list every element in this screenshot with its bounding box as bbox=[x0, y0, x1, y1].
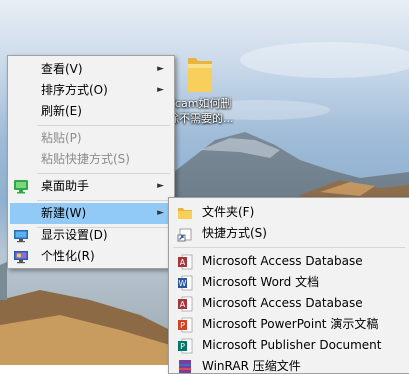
menu-item-label: 新建(W) bbox=[41, 206, 87, 220]
submenu-item-label: 文件夹(F) bbox=[202, 205, 255, 219]
svg-text:A: A bbox=[180, 300, 186, 309]
menu-item-label: 桌面助手 bbox=[41, 179, 90, 193]
publisher-icon: P bbox=[178, 338, 193, 354]
caption-line-2: 除不需要的... bbox=[168, 112, 234, 125]
desktop-assistant-icon bbox=[14, 180, 28, 194]
caption-line-1: ifcam如何删 bbox=[168, 97, 232, 110]
menu-item-label: 刷新(E) bbox=[41, 104, 82, 118]
menu-item-label: 粘贴快捷方式(S) bbox=[41, 152, 130, 166]
new-access-database-item[interactable]: A Microsoft Access Database bbox=[171, 251, 407, 272]
chevron-right-icon: ► bbox=[157, 64, 164, 74]
chevron-right-icon: ► bbox=[157, 181, 164, 191]
menu-separator bbox=[173, 247, 405, 248]
menu-item-label: 排序方式(O) bbox=[41, 83, 108, 97]
winrar-icon bbox=[179, 360, 191, 373]
display-settings-icon bbox=[14, 230, 28, 243]
desktop-file-icon[interactable]: ifcam如何删 除不需要的... bbox=[168, 52, 248, 132]
submenu-item-label: Microsoft PowerPoint 演示文稿 bbox=[202, 317, 379, 331]
menu-item-label: 个性化(R) bbox=[41, 249, 95, 263]
submenu-item-label: Microsoft Word 文档 bbox=[202, 275, 320, 289]
chevron-right-icon: ► bbox=[157, 85, 164, 95]
menu-item-desktop-assistant[interactable]: 桌面助手 ► bbox=[10, 176, 172, 197]
menu-item-refresh[interactable]: 刷新(E) bbox=[10, 101, 172, 122]
access-icon: A bbox=[178, 296, 193, 312]
menu-separator bbox=[37, 125, 170, 126]
menu-item-label: 粘贴(P) bbox=[41, 131, 82, 145]
submenu-item-label: WinRAR 压缩文件 bbox=[202, 359, 301, 373]
submenu-item-label: 快捷方式(S) bbox=[202, 226, 267, 240]
svg-text:A: A bbox=[180, 258, 186, 267]
new-access-database-item-2[interactable]: A Microsoft Access Database bbox=[171, 293, 407, 314]
menu-separator bbox=[37, 173, 170, 174]
desktop-context-menu: 查看(V) ► 排序方式(O) ► 刷新(E) 粘贴(P) 粘贴快捷方式(S) … bbox=[7, 55, 175, 269]
new-publisher-item[interactable]: P Microsoft Publisher Document bbox=[171, 335, 407, 356]
chevron-right-icon: ► bbox=[157, 208, 164, 218]
menu-item-display-settings[interactable]: 显示设置(D) bbox=[10, 225, 172, 246]
access-icon: A bbox=[178, 254, 193, 270]
menu-item-personalize[interactable]: 个性化(R) bbox=[10, 246, 172, 267]
svg-text:W: W bbox=[179, 279, 187, 288]
new-shortcut-item[interactable]: 快捷方式(S) bbox=[171, 223, 407, 244]
menu-item-sort-by[interactable]: 排序方式(O) ► bbox=[10, 80, 172, 101]
svg-text:P: P bbox=[180, 342, 185, 351]
new-word-document-item[interactable]: W Microsoft Word 文档 bbox=[171, 272, 407, 293]
menu-item-view[interactable]: 查看(V) ► bbox=[10, 59, 172, 80]
desktop-file-caption: ifcam如何删 除不需要的... bbox=[168, 96, 246, 126]
new-folder-item[interactable]: 文件夹(F) bbox=[171, 202, 407, 223]
menu-item-label: 查看(V) bbox=[41, 62, 83, 76]
menu-separator bbox=[37, 200, 170, 201]
menu-item-paste[interactable]: 粘贴(P) bbox=[10, 128, 172, 149]
menu-item-paste-shortcut[interactable]: 粘贴快捷方式(S) bbox=[10, 149, 172, 170]
new-powerpoint-item[interactable]: P Microsoft PowerPoint 演示文稿 bbox=[171, 314, 407, 335]
shortcut-icon bbox=[177, 228, 192, 242]
personalize-icon bbox=[14, 251, 28, 264]
menu-item-new[interactable]: 新建(W) ► bbox=[10, 203, 172, 224]
submenu-item-label: Microsoft Publisher Document bbox=[202, 338, 382, 352]
svg-text:P: P bbox=[180, 321, 185, 330]
powerpoint-icon: P bbox=[178, 317, 193, 333]
folder-icon bbox=[188, 58, 212, 92]
submenu-item-label: Microsoft Access Database bbox=[202, 254, 363, 268]
folder-icon bbox=[178, 208, 192, 219]
menu-item-label: 显示设置(D) bbox=[41, 228, 108, 242]
new-winrar-archive-item[interactable]: WinRAR 压缩文件 bbox=[171, 356, 407, 373]
submenu-item-label: Microsoft Access Database bbox=[202, 296, 363, 310]
word-icon: W bbox=[178, 275, 193, 291]
new-submenu: 文件夹(F) 快捷方式(S) A Microsoft Access Databa… bbox=[168, 197, 409, 374]
